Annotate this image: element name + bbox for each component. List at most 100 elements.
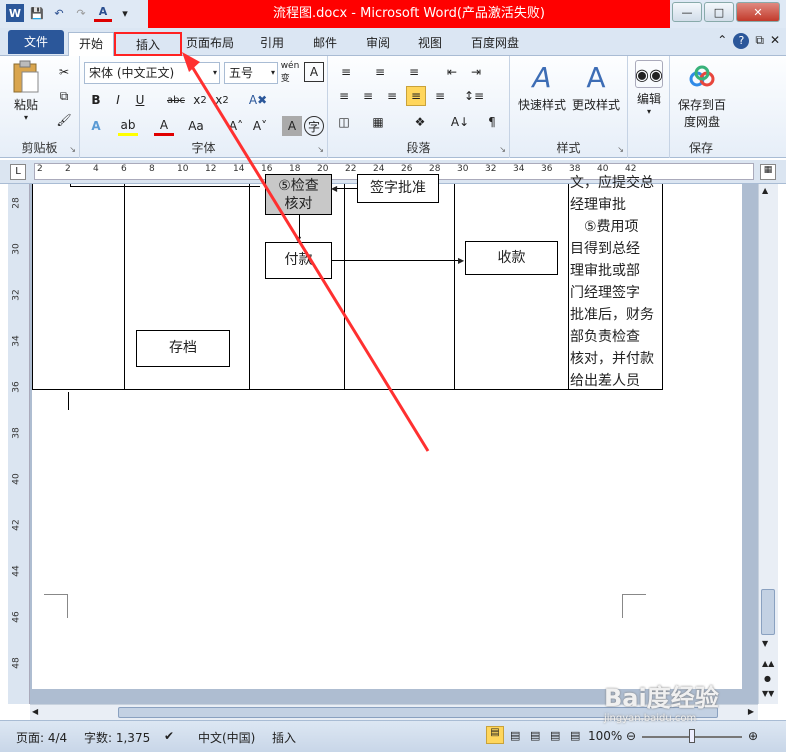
launcher-icon[interactable]: ↘ — [499, 145, 506, 154]
launcher-icon[interactable]: ↘ — [69, 145, 76, 154]
word-icon[interactable]: W — [6, 4, 24, 22]
doc-close-icon[interactable]: ✕ — [770, 33, 780, 49]
change-case-icon[interactable]: Aa — [186, 116, 206, 136]
tab-baidu-netdisk[interactable]: 百度网盘 — [462, 32, 528, 56]
enclose-character-icon[interactable]: 字 — [304, 116, 324, 136]
draft-icon[interactable]: ▤ — [570, 729, 580, 742]
text-effects-icon[interactable]: A — [86, 116, 106, 136]
collapse-ribbon-icon[interactable]: ⌃ — [717, 33, 727, 49]
scroll-left-icon[interactable]: ◀ — [32, 707, 38, 716]
underline-icon[interactable]: U — [130, 90, 150, 110]
outline-icon[interactable]: ▤ — [550, 729, 560, 742]
full-screen-reading-icon[interactable]: ▤ — [510, 729, 520, 742]
tab-insert[interactable]: 插入 — [114, 32, 182, 56]
numbering-icon[interactable]: ≡ — [370, 62, 390, 82]
editing-button[interactable]: ◉◉ 编辑 ▾ — [630, 60, 668, 116]
line-spacing-icon[interactable]: ↕≡ — [464, 86, 484, 106]
help-icon[interactable]: ? — [733, 33, 750, 49]
character-border-icon[interactable]: A — [304, 62, 324, 82]
tab-home[interactable]: 开始 — [68, 32, 114, 56]
shrink-font-icon[interactable]: A˅ — [250, 116, 270, 136]
quick-styles-button[interactable]: A 快速样式 — [514, 60, 570, 113]
close-icon[interactable]: ✕ — [736, 2, 780, 22]
zoom-level[interactable]: 100% — [588, 729, 622, 743]
strikethrough-icon[interactable]: abc — [166, 90, 186, 110]
highlight-icon[interactable]: ab — [118, 116, 138, 136]
justify-icon[interactable]: ≡ — [406, 86, 426, 106]
align-left-icon[interactable]: ≡ — [334, 86, 354, 106]
language[interactable]: 中文(中国) — [198, 729, 255, 746]
tab-mailings[interactable]: 邮件 — [305, 32, 345, 56]
font-name-combo[interactable]: 宋体 (中文正文) ▾ — [84, 62, 220, 84]
redo-icon[interactable]: ↷ — [72, 4, 90, 22]
launcher-icon[interactable]: ↘ — [617, 145, 624, 154]
prev-page-icon[interactable]: ▲▲ — [762, 659, 774, 668]
align-right-icon[interactable]: ≡ — [382, 86, 402, 106]
tab-view[interactable]: 视图 — [410, 32, 450, 56]
align-center-icon[interactable]: ≡ — [358, 86, 378, 106]
font-color-icon[interactable]: A — [154, 116, 174, 136]
launcher-icon[interactable]: ↘ — [317, 145, 324, 154]
vertical-ruler[interactable]: 28 30 32 34 36 38 40 42 44 46 48 — [8, 184, 30, 704]
font-size-combo[interactable]: 五号 ▾ — [224, 62, 278, 84]
tab-page-layout[interactable]: 页面布局 — [182, 32, 238, 56]
decrease-indent-icon[interactable]: ⇤ — [442, 62, 462, 82]
show-marks-icon[interactable]: ¶ — [482, 112, 502, 132]
scroll-up-icon[interactable]: ▲ — [762, 186, 768, 195]
bullets-icon[interactable]: ≡ — [336, 62, 356, 82]
subscript-icon[interactable]: x2 — [190, 90, 210, 110]
character-shading-icon[interactable]: A — [282, 116, 302, 136]
distributed-icon[interactable]: ≡ — [430, 86, 450, 106]
scroll-down-icon[interactable]: ▼ — [762, 639, 768, 648]
print-layout-icon[interactable]: ▤ — [486, 726, 504, 744]
proofing-icon[interactable]: ✔ — [164, 729, 174, 743]
tab-file[interactable]: 文件 — [8, 30, 64, 54]
paste-button[interactable]: 粘贴 ▾ — [6, 60, 46, 122]
table-border — [662, 184, 663, 389]
tab-selector-icon[interactable]: L — [10, 164, 26, 180]
zoom-slider-thumb[interactable] — [689, 729, 695, 743]
save-to-baidu-button[interactable]: 保存到百度网盘 — [674, 60, 730, 130]
font-color-icon[interactable]: A — [94, 4, 112, 22]
word-count[interactable]: 字数: 1,375 — [84, 729, 150, 746]
tab-references[interactable]: 引用 — [252, 32, 292, 56]
baidu-cloud-icon — [685, 60, 719, 94]
superscript-icon[interactable]: x2 — [212, 90, 232, 110]
next-page-icon[interactable]: ▼▼ — [762, 689, 774, 698]
borders-icon[interactable]: ▦ — [368, 112, 388, 132]
italic-icon[interactable]: I — [108, 90, 128, 110]
undo-icon[interactable]: ↶ — [50, 4, 68, 22]
increase-indent-icon[interactable]: ⇥ — [466, 62, 486, 82]
save-icon[interactable]: 💾 — [28, 4, 46, 22]
change-styles-button[interactable]: A 更改样式 — [568, 60, 624, 113]
browse-object-icon[interactable]: ● — [764, 674, 771, 683]
multilevel-list-icon[interactable]: ≡ — [404, 62, 424, 82]
notes-line: 给出差人员 — [570, 373, 640, 389]
cut-icon[interactable]: ✂ — [54, 62, 74, 82]
vertical-scrollbar[interactable]: ▲ ▼ ▲▲ ● ▼▼ — [758, 184, 778, 704]
view-ruler-icon[interactable]: ▦ — [760, 164, 776, 180]
page-count[interactable]: 页面: 4/4 — [16, 729, 67, 746]
phonetic-guide-icon[interactable]: wén 变 — [280, 61, 300, 84]
document-page[interactable]: ⑤检查 核对 签字批准 ◀ ▼ 付款 ▶ 收款 存档 文，应提交总 经理审批 ⑤费… — [32, 174, 742, 689]
zoom-out-icon[interactable]: ⊖ — [626, 729, 636, 743]
sort-icon[interactable]: A↓ — [450, 112, 470, 132]
grow-font-icon[interactable]: A˄ — [226, 116, 246, 136]
customize-icon[interactable]: ▾ — [116, 4, 134, 22]
clear-format-icon[interactable]: A✖ — [248, 90, 268, 110]
copy-icon[interactable]: ⧉ — [54, 86, 74, 106]
ruler-tick-label: 32 — [11, 289, 22, 301]
maximize-icon[interactable]: □ — [704, 2, 734, 22]
web-layout-icon[interactable]: ▤ — [530, 729, 540, 742]
asian-layout-icon[interactable]: ❖ — [410, 112, 430, 132]
insert-mode[interactable]: 插入 — [272, 729, 296, 746]
minimize-icon[interactable]: — — [672, 2, 702, 22]
restore-icon[interactable]: ⧉ — [755, 33, 764, 49]
scroll-thumb[interactable] — [761, 589, 775, 635]
tab-review[interactable]: 审阅 — [358, 32, 398, 56]
bold-icon[interactable]: B — [86, 90, 106, 110]
format-painter-icon[interactable]: 🖌 — [54, 110, 74, 130]
zoom-in-icon[interactable]: ⊕ — [748, 729, 758, 743]
shading-icon[interactable]: ◫ — [334, 112, 354, 132]
table-border — [568, 184, 569, 389]
